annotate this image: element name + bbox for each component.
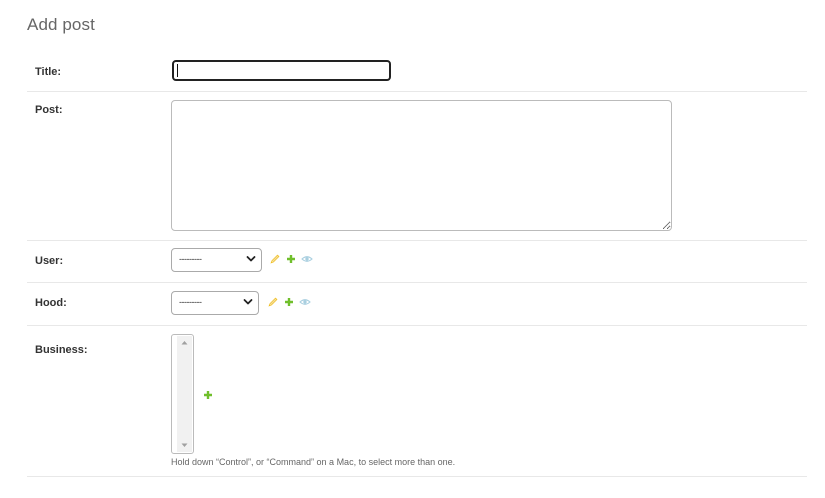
hood-label: Hood: [35, 297, 67, 309]
pencil-icon[interactable] [269, 253, 281, 265]
form-row-user: User: --------- [27, 241, 807, 283]
page-title: Add post [27, 15, 95, 34]
text-caret [177, 64, 178, 77]
eye-icon[interactable] [301, 253, 313, 265]
chevron-down-icon [246, 256, 256, 262]
form-row-hood: Hood: --------- [27, 283, 807, 326]
title-label: Title: [35, 66, 62, 78]
form-row-post: Post: [27, 92, 807, 241]
form-row-business: Business: Hold down “Control”, or “Comma… [27, 326, 807, 477]
business-help-text: Hold down “Control”, or “Command” on a M… [171, 457, 456, 467]
user-select[interactable]: --------- [171, 248, 262, 272]
plus-icon[interactable] [202, 389, 214, 401]
form-row-title: Title: [27, 50, 807, 92]
scroll-up-arrow-icon[interactable] [177, 336, 192, 350]
scrollbar[interactable] [177, 336, 192, 452]
plus-icon[interactable] [285, 253, 297, 265]
pencil-icon[interactable] [267, 296, 279, 308]
hood-select[interactable]: --------- [171, 291, 259, 315]
post-textarea[interactable] [171, 100, 672, 231]
plus-icon[interactable] [283, 296, 295, 308]
business-label: Business: [35, 344, 88, 356]
business-multi-select[interactable] [171, 334, 194, 454]
chevron-down-icon [243, 299, 253, 305]
user-select-value: --------- [179, 254, 202, 264]
user-label: User: [35, 255, 64, 267]
hood-select-value: --------- [179, 297, 202, 307]
user-related-actions [269, 253, 313, 265]
hood-related-actions [267, 296, 311, 308]
scroll-down-arrow-icon[interactable] [177, 438, 192, 452]
post-form: Title: Post: User: --------- Hood: -----… [27, 50, 807, 477]
title-input[interactable] [172, 60, 391, 81]
post-label: Post: [35, 104, 63, 116]
eye-icon[interactable] [299, 296, 311, 308]
